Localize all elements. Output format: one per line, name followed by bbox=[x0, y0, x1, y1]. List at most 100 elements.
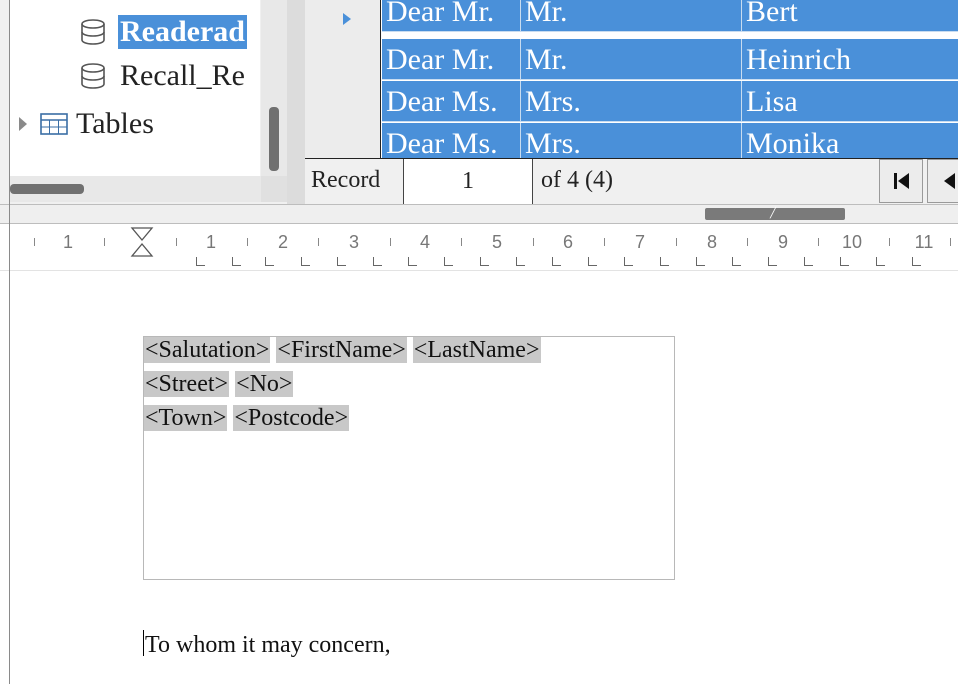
tab-stop-marker[interactable] bbox=[265, 257, 274, 266]
cell-title[interactable]: Mrs. bbox=[521, 81, 742, 122]
ruler-label: 11 bbox=[914, 232, 934, 252]
tab-stop-marker[interactable] bbox=[480, 257, 489, 266]
data-source-browser: Readerad Recall_Re Tables Dear Mr. Mr. B… bbox=[0, 0, 958, 206]
tab-stop-marker[interactable] bbox=[516, 257, 525, 266]
cell-firstname[interactable]: Lisa bbox=[742, 81, 958, 122]
cell-title[interactable]: Mrs. bbox=[521, 123, 742, 158]
ruler-tick bbox=[950, 238, 951, 246]
row-headers bbox=[305, 0, 381, 158]
cell-title[interactable]: Mr. bbox=[521, 39, 742, 80]
address-line: <Town> <Postcode> bbox=[144, 405, 350, 432]
grip-marker-icon: ╱ bbox=[770, 208, 777, 219]
tab-stop-marker[interactable] bbox=[660, 257, 669, 266]
tab-stop-marker[interactable] bbox=[804, 257, 813, 266]
database-icon bbox=[81, 19, 105, 45]
splitter-grip[interactable]: ╱ bbox=[705, 208, 845, 220]
tab-stop-marker[interactable] bbox=[876, 257, 885, 266]
ruler-tick bbox=[104, 238, 105, 246]
ruler-label: 9 bbox=[777, 232, 789, 252]
first-record-icon bbox=[894, 173, 909, 189]
tab-stop-marker[interactable] bbox=[408, 257, 417, 266]
cell-salutation[interactable]: Dear Ms. bbox=[382, 123, 521, 158]
cell-salutation[interactable]: Dear Mr. bbox=[382, 0, 521, 32]
mail-merge-field[interactable]: <Town> bbox=[144, 405, 228, 431]
tab-stop-marker[interactable] bbox=[373, 257, 382, 266]
body-paragraph[interactable]: To whom it may concern, bbox=[143, 630, 391, 659]
tab-stop-marker[interactable] bbox=[444, 257, 453, 266]
scrollbar-thumb[interactable] bbox=[10, 184, 84, 194]
text-cursor bbox=[143, 630, 144, 656]
panel-splitter[interactable] bbox=[287, 0, 306, 206]
cell-title[interactable]: Mr. bbox=[521, 0, 742, 32]
tab-stop-marker[interactable] bbox=[588, 257, 597, 266]
tree-item-recall[interactable]: Recall_Re bbox=[78, 58, 247, 94]
table-row[interactable]: Dear Mr. Mr. Bert bbox=[382, 0, 958, 33]
mail-merge-field[interactable]: <LastName> bbox=[412, 337, 541, 363]
tab-stop-marker[interactable] bbox=[840, 257, 849, 266]
table-icon bbox=[40, 113, 68, 135]
ruler-label: 8 bbox=[706, 232, 718, 252]
tree-item-label: Recall_Re bbox=[120, 59, 245, 92]
ruler-tick bbox=[747, 238, 748, 246]
cell-salutation[interactable]: Dear Mr. bbox=[382, 39, 521, 80]
tree-item-label: Tables bbox=[76, 107, 154, 140]
record-number-input[interactable]: 1 bbox=[403, 159, 533, 204]
tab-stop-marker[interactable] bbox=[337, 257, 346, 266]
ruler-tick bbox=[318, 238, 319, 246]
document-page[interactable]: <Salutation> <FirstName> <LastName> <Str… bbox=[10, 271, 958, 684]
previous-record-icon bbox=[944, 173, 955, 189]
tree-item-tables[interactable]: Tables bbox=[16, 106, 156, 142]
ruler-label: 2 bbox=[277, 232, 289, 252]
ruler-label: 10 bbox=[841, 232, 863, 252]
tab-stop-marker[interactable] bbox=[552, 257, 561, 266]
horizontal-ruler[interactable]: 1 1 2 3 4 5 6 7 8 9 10 11 bbox=[0, 224, 958, 271]
ruler-tick bbox=[390, 238, 391, 246]
mail-merge-field[interactable]: <Postcode> bbox=[233, 405, 350, 431]
tree-item-label: Readerad bbox=[118, 15, 247, 49]
mail-merge-field[interactable]: <No> bbox=[235, 371, 294, 397]
address-block-frame[interactable]: <Salutation> <FirstName> <LastName> <Str… bbox=[143, 336, 675, 580]
data-source-tree[interactable]: Readerad Recall_Re Tables bbox=[10, 0, 260, 176]
ruler-label: 5 bbox=[491, 232, 503, 252]
ruler-label: 7 bbox=[634, 232, 646, 252]
first-record-button[interactable] bbox=[879, 159, 923, 203]
tab-stop-marker[interactable] bbox=[232, 257, 241, 266]
previous-record-button[interactable] bbox=[927, 159, 958, 203]
tab-stop-marker[interactable] bbox=[732, 257, 741, 266]
ruler-label: 6 bbox=[562, 232, 574, 252]
record-count: of 4 (4) bbox=[541, 167, 613, 193]
ruler-tick bbox=[604, 238, 605, 246]
cell-firstname[interactable]: Heinrich bbox=[742, 39, 958, 80]
expand-arrow-icon[interactable] bbox=[16, 114, 30, 134]
mail-merge-field[interactable]: <Street> bbox=[144, 371, 230, 397]
tab-stop-marker[interactable] bbox=[696, 257, 705, 266]
tree-vertical-scrollbar[interactable] bbox=[261, 0, 287, 176]
ruler-tick bbox=[533, 238, 534, 246]
tree-horizontal-scrollbar[interactable] bbox=[10, 176, 261, 202]
record-navigation-bar: Record 1 of 4 (4) bbox=[305, 158, 958, 205]
mail-merge-field[interactable]: <FirstName> bbox=[276, 337, 407, 363]
tab-stop-marker[interactable] bbox=[301, 257, 310, 266]
tab-stop-marker[interactable] bbox=[624, 257, 633, 266]
cell-firstname[interactable]: Bert bbox=[742, 0, 958, 32]
view-splitter[interactable]: ╱ bbox=[0, 204, 958, 224]
tab-stop-marker[interactable] bbox=[196, 257, 205, 266]
indent-marker-icon[interactable] bbox=[130, 226, 154, 266]
scrollbar-thumb[interactable] bbox=[269, 107, 279, 171]
tab-stop-marker[interactable] bbox=[768, 257, 777, 266]
ruler-tick bbox=[818, 238, 819, 246]
tab-stop-marker[interactable] bbox=[912, 257, 921, 266]
window-left-border bbox=[9, 0, 10, 684]
cell-firstname[interactable]: Monika bbox=[742, 123, 958, 158]
data-grid[interactable]: Dear Mr. Mr. Bert Dear Mr. Mr. Heinrich … bbox=[305, 0, 958, 158]
ruler-tick bbox=[247, 238, 248, 246]
ruler-tick bbox=[176, 238, 177, 246]
mail-merge-field[interactable]: <Salutation> bbox=[144, 337, 271, 363]
ruler-label: 4 bbox=[419, 232, 431, 252]
cell-salutation[interactable]: Dear Ms. bbox=[382, 81, 521, 122]
table-row[interactable]: Dear Ms. Mrs. Lisa bbox=[382, 81, 958, 123]
tree-item-readerad[interactable]: Readerad bbox=[78, 14, 247, 50]
table-row[interactable]: Dear Mr. Mr. Heinrich bbox=[382, 39, 958, 81]
table-row[interactable]: Dear Ms. Mrs. Monika bbox=[382, 123, 958, 158]
ruler-label: 3 bbox=[348, 232, 360, 252]
